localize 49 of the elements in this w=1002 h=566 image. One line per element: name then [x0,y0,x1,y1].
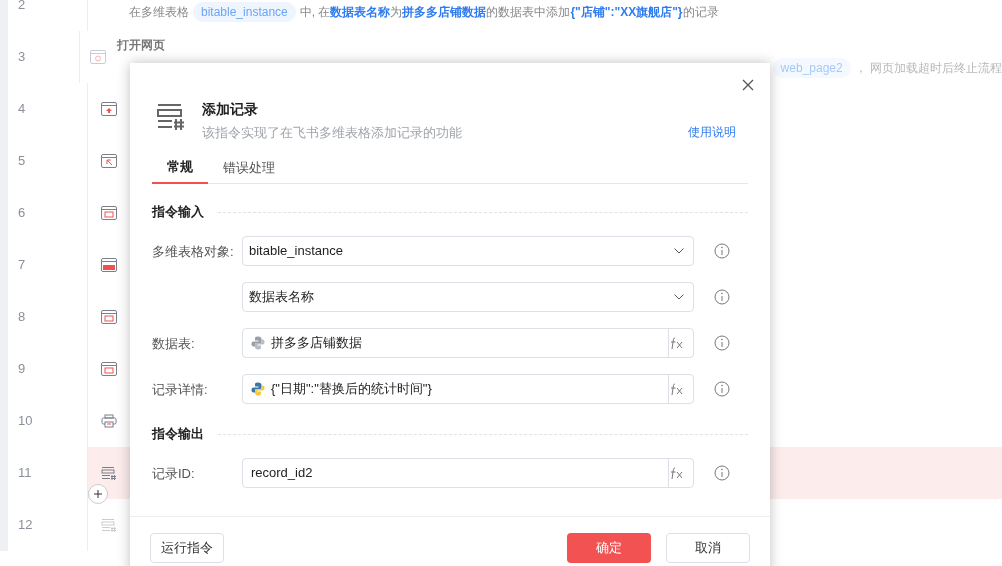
line-number: 5 [18,152,26,171]
line-number: 8 [18,308,26,327]
description-text: 的记录 [682,4,719,21]
info-icon[interactable] [714,289,730,305]
description-text: 为 [390,4,403,21]
field-label: 多维表格对象: [152,244,234,259]
line-number: 7 [18,256,26,275]
description-text: ， 网页加载超时后终止流程 [854,60,1002,77]
chevron-down-icon [673,247,685,255]
line-number: 6 [18,204,26,223]
list-hash-icon [157,103,185,131]
info-icon[interactable] [714,381,730,397]
select-field[interactable]: 数据表名称 [242,282,694,312]
description-highlight: 数据表名称 [330,4,391,21]
line-number: 2 [18,0,26,15]
field-label: 记录详情: [152,382,208,397]
description-text: 在多维表格 [129,4,189,21]
close-icon [742,79,754,91]
info-icon[interactable] [714,335,730,351]
info-icon[interactable] [714,243,730,259]
help-link[interactable]: 使用说明 [688,123,736,143]
line-number: 3 [18,48,26,67]
section-title: 指令输入 [152,203,204,222]
description-highlight: 拼多多店铺数据 [402,4,487,21]
plus-icon [93,489,103,499]
variable-chip: web_page2 [772,58,851,78]
dialog-subtitle: 该指令实现了在飞书多维表格添加记录的功能 [202,124,462,142]
field-label: 数据表: [152,336,195,351]
close-button[interactable] [740,77,756,93]
line-number: 4 [18,100,26,119]
line-number: 11 [18,464,32,483]
description-text: 的数据表中添加 [486,4,571,21]
field-label: 记录ID: [152,466,195,481]
tab[interactable]: 错误处理 [208,156,290,184]
description-highlight: {"店铺":"XX旗舰店"} [570,4,683,21]
tab[interactable]: 常规 [152,156,208,184]
dialog-title: 添加记录 [202,100,259,119]
select-field[interactable]: bitable_instance [242,236,694,266]
cancel-button[interactable]: 取消 [666,533,750,563]
line-number: 12 [18,516,33,535]
info-icon[interactable] [714,465,730,481]
description-text: 中, 在 [299,4,331,21]
step-title: 打开网页 [116,37,166,54]
line-number: 9 [18,360,26,379]
run-button[interactable]: 运行指令 [150,533,224,563]
section-title: 指令输出 [152,425,204,444]
chevron-down-icon [673,293,685,301]
variable-chip: bitable_instance [193,2,296,22]
line-number: 10 [18,412,33,431]
